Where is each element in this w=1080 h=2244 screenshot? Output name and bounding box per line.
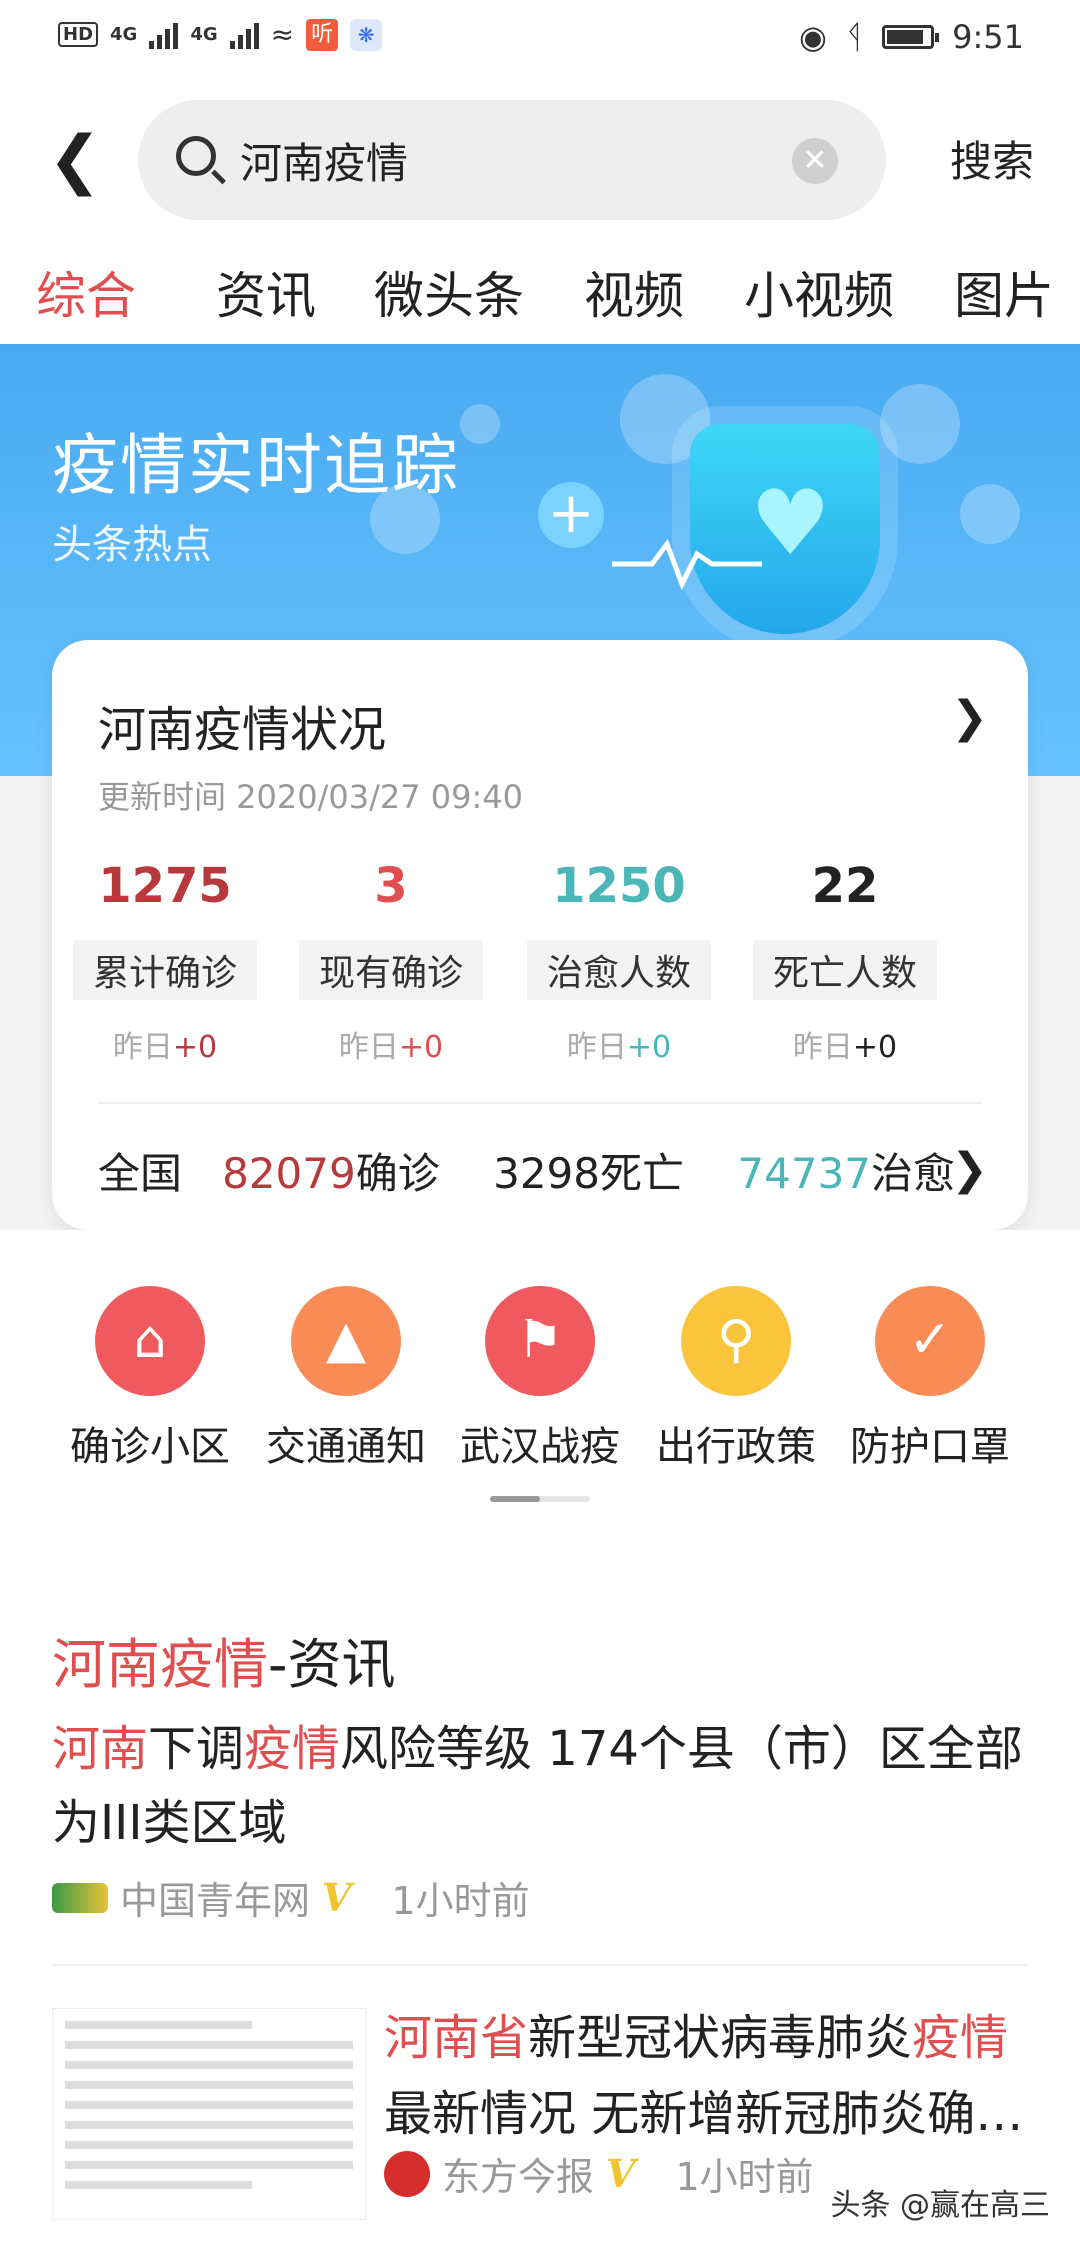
status-bar: HD 4G 4G ≈ 听 ❋ ◉ ᛩ 9:51 bbox=[0, 0, 1080, 80]
publish-time: 1小时前 bbox=[391, 1879, 530, 1923]
news-item-1-title[interactable]: 河南下调疫情风险等级 174个县（市）区全部为III类区域 bbox=[52, 1712, 1032, 1860]
stat-current-confirmed: 3 现有确诊 昨日+0 bbox=[278, 858, 504, 1066]
tab-news[interactable]: 资讯 bbox=[216, 256, 316, 328]
virus-icon-3 bbox=[460, 404, 500, 444]
heart-icon: ♥ bbox=[750, 471, 831, 576]
baidu-app-icon: ❋ bbox=[350, 18, 383, 51]
banner-subtitle: 头条热点 bbox=[52, 522, 212, 568]
news-item-2-meta: 东方今报 V 1小时前 bbox=[384, 2146, 814, 2201]
divider bbox=[52, 1964, 1028, 1966]
clear-icon[interactable]: ✕ bbox=[792, 138, 838, 184]
news-item-2-title[interactable]: 河南省新型冠状病毒肺炎疫情 最新情况 无新增新冠肺炎确诊病例 bbox=[384, 2000, 1034, 2152]
stat-number: 3 bbox=[374, 858, 408, 914]
signal-4g-1: 4G bbox=[110, 24, 138, 45]
hd-icon: HD bbox=[58, 22, 99, 47]
wifi-icon: ≈ bbox=[270, 18, 295, 51]
shortcut-row: ⌂ 确诊小区 ▲ 交通通知 ⚑ 武汉战疫 ⚲ 出行政策 ✓ 防护口罩 bbox=[0, 1230, 1080, 1550]
section-title: 河南疫情-资讯 bbox=[52, 1633, 396, 1696]
banner-title: 疫情实时追踪 bbox=[52, 427, 460, 504]
stat-deaths: 22 死亡人数 昨日+0 bbox=[732, 858, 958, 1066]
stat-number: 22 bbox=[811, 858, 879, 914]
divider bbox=[98, 1102, 982, 1104]
signal-bars-icon bbox=[149, 21, 179, 49]
national-deaths: 3298 bbox=[493, 1149, 600, 1198]
search-icon bbox=[176, 136, 216, 176]
bluetooth-icon: ᛩ bbox=[844, 18, 865, 56]
national-confirmed: 82079 bbox=[222, 1149, 356, 1198]
search-query[interactable]: 河南疫情 bbox=[240, 130, 408, 191]
page-indicator bbox=[490, 1496, 590, 1502]
national-summary[interactable]: 全国 82079确诊 3298死亡 74737治愈 bbox=[98, 1140, 955, 1201]
tab-images[interactable]: 图片 bbox=[954, 256, 1054, 328]
search-button[interactable]: 搜索 bbox=[950, 128, 1034, 189]
card-title: 河南疫情状况 bbox=[98, 702, 387, 758]
stat-number: 1250 bbox=[552, 858, 686, 914]
national-cured: 74737 bbox=[737, 1149, 872, 1198]
stat-label: 累计确诊 bbox=[72, 940, 257, 1000]
search-header: ❮ 河南疫情 ✕ 搜索 bbox=[0, 80, 1080, 240]
car-icon: ▲ bbox=[291, 1286, 401, 1396]
flag-icon: ⚑ bbox=[485, 1286, 595, 1396]
ting-app-icon: 听 bbox=[306, 18, 339, 51]
stat-yesterday: 昨日+0 bbox=[112, 1030, 218, 1065]
publish-time: 1小时前 bbox=[675, 2155, 814, 2199]
stat-cured: 1250 治愈人数 昨日+0 bbox=[506, 858, 732, 1066]
news-thumbnail[interactable] bbox=[52, 2008, 366, 2220]
category-tabs: 综合 资讯 微头条 视频 小视频 图片 bbox=[0, 240, 1080, 344]
chevron-right-icon-2[interactable]: ❯ bbox=[951, 1144, 988, 1195]
stat-number: 1275 bbox=[98, 858, 232, 914]
tab-short-video[interactable]: 小视频 bbox=[744, 256, 894, 328]
news-item-1-meta: 中国青年网 V 1小时前 bbox=[52, 1870, 530, 1925]
stat-yesterday: 昨日+0 bbox=[338, 1030, 444, 1065]
shortcut-confirmed-community[interactable]: ⌂ 确诊小区 bbox=[52, 1286, 248, 1472]
source-logo bbox=[384, 2150, 430, 2197]
clock: 9:51 bbox=[952, 18, 1024, 56]
stat-label: 死亡人数 bbox=[752, 940, 937, 1000]
tab-comprehensive[interactable]: 综合 bbox=[36, 256, 136, 328]
stat-yesterday: 昨日+0 bbox=[566, 1030, 672, 1065]
signal-bars-icon-2 bbox=[229, 21, 259, 49]
spray-bubble-icon bbox=[880, 384, 960, 464]
tab-micro-headlines[interactable]: 微头条 bbox=[374, 256, 524, 328]
search-input[interactable]: 河南疫情 ✕ bbox=[138, 100, 886, 220]
verified-icon: V bbox=[606, 2151, 636, 2196]
stat-yesterday: 昨日+0 bbox=[792, 1030, 898, 1065]
stat-label: 现有确诊 bbox=[298, 940, 483, 1000]
shortcut-wuhan-fight[interactable]: ⚑ 武汉战疫 bbox=[442, 1286, 638, 1472]
search-icon: ⚲ bbox=[681, 1286, 791, 1396]
source-name[interactable]: 中国青年网 bbox=[120, 1870, 310, 1925]
eye-icon: ◉ bbox=[799, 18, 827, 56]
stat-total-confirmed: 1275 累计确诊 昨日+0 bbox=[52, 858, 278, 1066]
battery-icon bbox=[882, 25, 940, 49]
watermark: 头条 @赢在高三 bbox=[830, 2188, 1050, 2223]
stat-label: 治愈人数 bbox=[526, 940, 711, 1000]
heartbeat-icon bbox=[612, 538, 762, 591]
henan-status-card[interactable]: 河南疫情状况 ❯ 更新时间 2020/03/27 09:40 1275 累计确诊… bbox=[52, 640, 1028, 1230]
shield-check-icon: ✓ bbox=[875, 1286, 985, 1396]
shortcut-traffic-notice[interactable]: ▲ 交通通知 bbox=[248, 1286, 444, 1472]
home-location-icon: ⌂ bbox=[95, 1286, 205, 1396]
source-name[interactable]: 东方今报 bbox=[442, 2146, 594, 2201]
source-logo bbox=[52, 1882, 108, 1913]
back-arrow-icon[interactable]: ❮ bbox=[48, 128, 102, 192]
tab-video[interactable]: 视频 bbox=[584, 256, 684, 328]
virus-icon bbox=[960, 484, 1020, 544]
shortcut-masks[interactable]: ✓ 防护口罩 bbox=[832, 1286, 1028, 1472]
chevron-right-icon[interactable]: ❯ bbox=[951, 692, 988, 743]
verified-icon: V bbox=[322, 1875, 352, 1920]
update-time: 更新时间 2020/03/27 09:40 bbox=[98, 778, 524, 816]
shortcut-travel-policy[interactable]: ⚲ 出行政策 bbox=[638, 1286, 834, 1472]
signal-4g-2: 4G bbox=[190, 24, 218, 45]
medical-plus-icon: + bbox=[538, 482, 604, 548]
